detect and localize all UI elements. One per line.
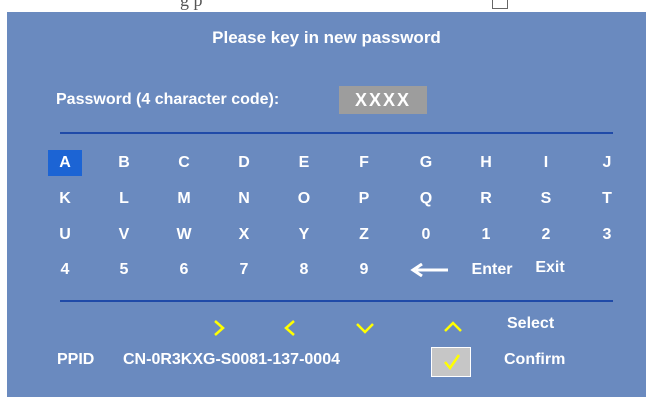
key-s[interactable]: S [529, 186, 563, 212]
key-z[interactable]: Z [347, 222, 381, 248]
enter-key[interactable]: Enter [464, 257, 520, 283]
key-m[interactable]: M [167, 186, 201, 212]
key-j[interactable]: J [590, 150, 624, 176]
select-label: Select [507, 315, 555, 332]
key-q[interactable]: Q [409, 186, 443, 212]
left-arrow-icon [410, 263, 448, 277]
key-x[interactable]: X [227, 222, 261, 248]
key-g[interactable]: G [409, 150, 443, 176]
key-f[interactable]: F [347, 150, 381, 176]
dialog-title: Please key in new password [212, 28, 441, 47]
password-label: Password (4 character code): [56, 91, 280, 108]
key-1[interactable]: 1 [469, 222, 503, 248]
key-5[interactable]: 5 [107, 257, 141, 283]
key-o[interactable]: O [287, 186, 321, 212]
key-l[interactable]: L [107, 186, 141, 212]
key-8[interactable]: 8 [287, 257, 321, 283]
key-u[interactable]: U [48, 222, 82, 248]
key-2[interactable]: 2 [529, 222, 563, 248]
key-a[interactable]: A [48, 150, 82, 176]
top-cropped-strip: g p [0, 0, 653, 12]
backspace-key[interactable] [402, 257, 458, 283]
key-n[interactable]: N [227, 186, 261, 212]
ppid-value: CN-0R3KXG-S0081-137-0004 [123, 351, 340, 368]
ppid-label: PPID [57, 351, 95, 368]
key-b[interactable]: B [107, 150, 141, 176]
exit-key[interactable]: Exit [522, 255, 578, 281]
key-t[interactable]: T [590, 186, 624, 212]
key-4[interactable]: 4 [48, 257, 82, 283]
top-divider [60, 132, 613, 134]
key-6[interactable]: 6 [167, 257, 201, 283]
chevron-left-icon [284, 320, 295, 336]
cropped-box-fragment [492, 0, 508, 9]
key-r[interactable]: R [469, 186, 503, 212]
chevron-up-icon [444, 321, 462, 332]
confirm-label: Confirm [504, 351, 566, 368]
key-i[interactable]: I [529, 150, 563, 176]
key-k[interactable]: K [48, 186, 82, 212]
key-w[interactable]: W [167, 222, 201, 248]
key-d[interactable]: D [227, 150, 261, 176]
chevron-down-icon [356, 323, 374, 334]
cropped-text-fragment: g p [180, 0, 203, 10]
key-c[interactable]: C [167, 150, 201, 176]
key-v[interactable]: V [107, 222, 141, 248]
key-p[interactable]: P [347, 186, 381, 212]
key-0[interactable]: 0 [409, 222, 443, 248]
password-field[interactable]: XXXX [339, 86, 427, 114]
key-7[interactable]: 7 [227, 257, 261, 283]
password-dialog: Please key in new password Password (4 c… [7, 12, 646, 397]
key-y[interactable]: Y [287, 222, 321, 248]
key-9[interactable]: 9 [347, 257, 381, 283]
confirm-button[interactable] [431, 347, 471, 377]
bottom-divider [60, 300, 613, 302]
key-3[interactable]: 3 [590, 222, 624, 248]
key-e[interactable]: E [287, 150, 321, 176]
checkmark-icon [444, 354, 461, 371]
chevron-right-icon [214, 320, 225, 336]
key-h[interactable]: H [469, 150, 503, 176]
